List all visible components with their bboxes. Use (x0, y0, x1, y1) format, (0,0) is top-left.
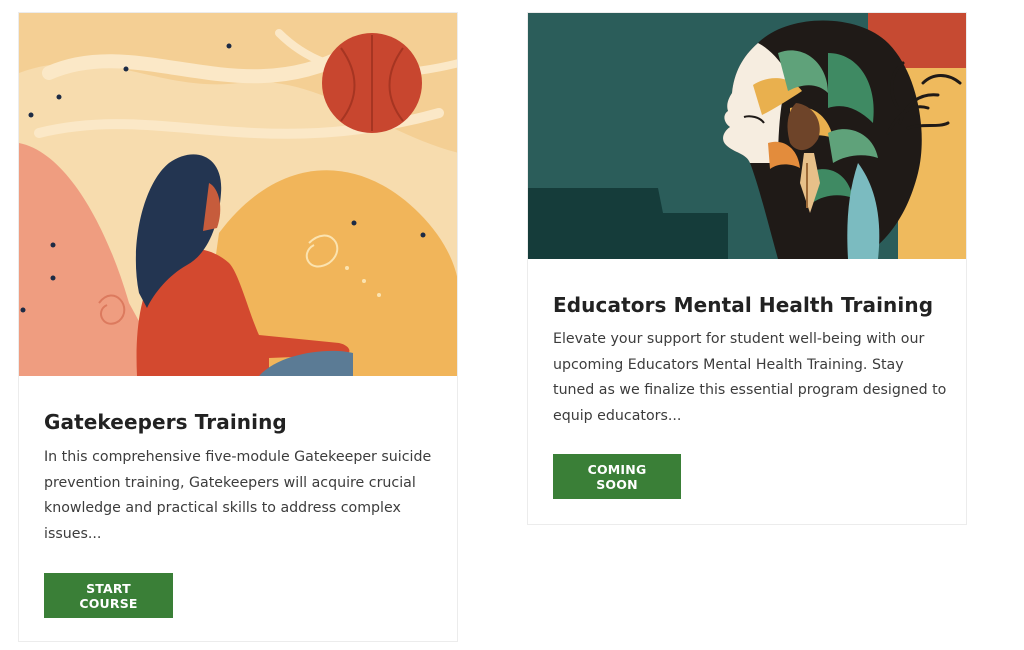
course-card-educators: Educators Mental Health Training Elevate… (527, 12, 967, 525)
start-course-button[interactable]: START COURSE (44, 573, 173, 618)
coming-soon-button[interactable]: COMING SOON (553, 454, 681, 499)
course-image-educators[interactable] (528, 13, 966, 259)
course-description: Elevate your support for student well-be… (553, 331, 947, 425)
course-image-gatekeepers[interactable] (19, 13, 457, 376)
course-title[interactable]: Gatekeepers Training (44, 410, 287, 434)
course-description: In this comprehensive five-module Gateke… (44, 449, 432, 543)
course-card-gatekeepers: Gatekeepers Training In this comprehensi… (18, 12, 458, 642)
course-title[interactable]: Educators Mental Health Training (553, 293, 933, 317)
